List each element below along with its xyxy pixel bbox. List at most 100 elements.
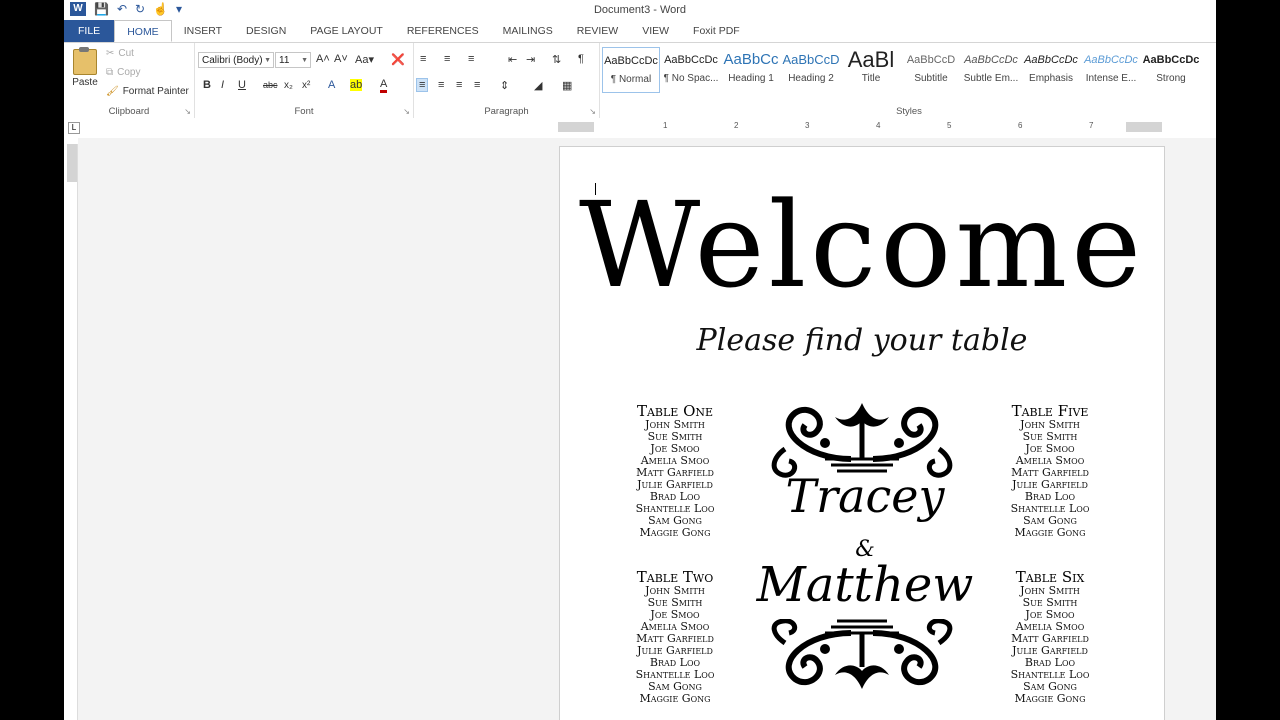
align-left-icon[interactable]: ≡ xyxy=(416,78,429,92)
style-name: Heading 2 xyxy=(788,73,834,84)
tab-page-layout[interactable]: PAGE LAYOUT xyxy=(298,20,395,42)
clipboard-group: Paste ✂ Cut ⧉ Copy 🖌 Format Painter Clipboa… xyxy=(64,43,195,119)
clipboard-launcher-icon[interactable]: ↘ xyxy=(184,107,191,116)
align-center-icon[interactable]: ≡ xyxy=(438,79,444,91)
paragraph-group-label: Paragraph xyxy=(484,106,529,117)
copy-button[interactable]: ⧉ Copy xyxy=(106,67,141,78)
underline-icon[interactable]: U xyxy=(238,79,246,91)
vertical-ruler[interactable] xyxy=(67,144,78,720)
text-effects-icon[interactable]: A xyxy=(328,79,335,91)
style-strong[interactable]: AaBbCcDc Strong xyxy=(1142,47,1200,93)
guest-name: Maggie Gong xyxy=(1014,526,1086,539)
format-painter-button[interactable]: 🖌 Format Painter xyxy=(106,86,189,97)
style-name: Intense E... xyxy=(1085,73,1137,84)
ruler-number: 1 xyxy=(663,121,668,130)
screen-border-left xyxy=(0,0,64,720)
scissors-icon: ✂ xyxy=(106,48,115,59)
font-size-select[interactable]: 11 ▼ xyxy=(275,52,311,68)
style-subtitle[interactable]: AaBbCcD Subtitle xyxy=(902,47,960,93)
tab-foxit-pdf[interactable]: Foxit PDF xyxy=(681,20,752,42)
font-name-select[interactable]: Calibri (Body) ▼ xyxy=(198,52,274,68)
paragraph-group: ≡ ≡ ≡ ⇤ ⇥ ⇅ ¶ ≡ ≡ ≡ ≡ ⇕ ◢ ▦ Paragraph ↘ xyxy=(414,43,600,119)
decrease-indent-icon[interactable]: ⇤ xyxy=(508,53,517,66)
ruler-number: 2 xyxy=(734,121,739,130)
screen-border-right xyxy=(1216,0,1280,720)
font-size-value: 11 xyxy=(279,55,290,66)
show-formatting-icon[interactable]: ¶ xyxy=(578,53,584,65)
ribbon-home: Paste ✂ Cut ⧉ Copy 🖌 Format Painter Clipboa… xyxy=(64,42,1216,120)
change-case-icon[interactable]: Aa▾ xyxy=(355,53,374,66)
copy-label: Copy xyxy=(117,67,141,78)
justify-icon[interactable]: ≡ xyxy=(474,79,480,91)
welcome-heading: Welcome xyxy=(578,176,1146,314)
document-page[interactable]: Welcome Please find your table Table One… xyxy=(559,146,1165,720)
style-normal[interactable]: AaBbCcDc ¶ Normal xyxy=(602,47,660,93)
tab-file[interactable]: FILE xyxy=(64,20,115,42)
bottom-flourish-ornament xyxy=(771,619,953,689)
table-two-block: Table Two John Smith Sue Smith Joe Smoo … xyxy=(620,569,730,705)
highlight-icon[interactable]: ab xyxy=(350,79,363,91)
style-heading-2[interactable]: AaBbCcD Heading 2 xyxy=(782,47,840,93)
font-name-value: Calibri (Body) xyxy=(202,55,263,66)
tab-home[interactable]: HOME xyxy=(114,20,172,42)
numbering-icon[interactable]: ≡ xyxy=(444,53,450,65)
paragraph-launcher-icon[interactable]: ↘ xyxy=(589,107,596,116)
horizontal-ruler[interactable]: 1 2 3 4 5 6 7 xyxy=(558,121,1162,132)
grow-font-icon[interactable]: A˄ xyxy=(316,53,330,65)
table-title: Table Five xyxy=(1011,402,1089,420)
line-spacing-icon[interactable]: ⇕ xyxy=(500,79,509,92)
tab-mailings[interactable]: MAILINGS xyxy=(491,20,565,42)
word-window: W 💾 ↶ ↻ ☝ ▾ Document3 - Word FILE HOME I… xyxy=(64,0,1216,720)
superscript-icon[interactable]: x² xyxy=(302,80,310,91)
style-intense-emphasis[interactable]: AaBbCcDc Intense E... xyxy=(1082,47,1140,93)
style-sample: AaBbCc xyxy=(723,51,779,68)
tab-view[interactable]: VIEW xyxy=(630,20,681,42)
bullets-icon[interactable]: ≡ xyxy=(420,53,426,65)
font-color-icon[interactable]: A xyxy=(380,79,388,93)
tab-insert[interactable]: INSERT xyxy=(172,20,234,42)
table-title: Table Two xyxy=(636,568,714,586)
document-canvas: Welcome Please find your table Table One… xyxy=(78,138,1216,720)
style-name: Subtitle xyxy=(914,73,948,84)
title-bar: W 💾 ↶ ↻ ☝ ▾ Document3 - Word xyxy=(64,0,1216,20)
font-group-label: Font xyxy=(294,106,314,117)
style-heading-1[interactable]: AaBbCc Heading 1 xyxy=(722,47,780,93)
style-subtle-emphasis[interactable]: AaBbCcDc Subtle Em... xyxy=(962,47,1020,93)
clear-formatting-icon[interactable]: ❌ xyxy=(391,53,405,66)
vertical-ruler-margin xyxy=(67,144,77,182)
bold-icon[interactable]: B xyxy=(203,79,211,91)
copy-icon: ⧉ xyxy=(106,67,114,78)
align-right-icon[interactable]: ≡ xyxy=(456,79,462,91)
ruler-number: 5 xyxy=(947,121,952,130)
ruler-number: 6 xyxy=(1018,121,1023,130)
clipboard-group-label: Clipboard xyxy=(108,106,150,117)
style-no-spacing[interactable]: AaBbCcDc ¶ No Spac... xyxy=(662,47,720,93)
groom-name: Matthew xyxy=(756,557,974,613)
chevron-down-icon: ▼ xyxy=(264,57,271,64)
ruler-number: 3 xyxy=(805,121,810,130)
strikethrough-icon[interactable]: abc xyxy=(263,80,278,90)
increase-indent-icon[interactable]: ⇥ xyxy=(526,53,535,66)
cut-label: Cut xyxy=(118,48,134,59)
table-five-block: Table Five John Smith Sue Smith Joe Smoo… xyxy=(995,403,1105,539)
subscript-icon[interactable]: x₂ xyxy=(284,80,293,91)
font-launcher-icon[interactable]: ↘ xyxy=(403,107,410,116)
tab-selector-icon[interactable]: L xyxy=(68,122,80,134)
multilevel-list-icon[interactable]: ≡ xyxy=(468,53,474,65)
shrink-font-icon[interactable]: A˅ xyxy=(334,53,348,65)
italic-icon[interactable]: I xyxy=(221,79,224,91)
tab-references[interactable]: REFERENCES xyxy=(395,20,491,42)
borders-icon[interactable]: ▦ xyxy=(562,79,572,92)
table-title: Table Six xyxy=(1015,568,1085,586)
paste-button[interactable]: Paste xyxy=(70,47,100,88)
tab-review[interactable]: REVIEW xyxy=(565,20,630,42)
style-emphasis[interactable]: AaBbCcDc Emphasis xyxy=(1022,47,1080,93)
style-sample: AaBbCcDc xyxy=(604,55,658,67)
style-title[interactable]: AaBl Title xyxy=(842,47,900,93)
ruler-number: 4 xyxy=(876,121,881,130)
tab-design[interactable]: DESIGN xyxy=(234,20,298,42)
sort-icon[interactable]: ⇅ xyxy=(552,53,561,66)
cut-button[interactable]: ✂ Cut xyxy=(106,48,134,59)
shading-icon[interactable]: ◢ xyxy=(534,79,542,92)
style-name: Heading 1 xyxy=(728,73,774,84)
